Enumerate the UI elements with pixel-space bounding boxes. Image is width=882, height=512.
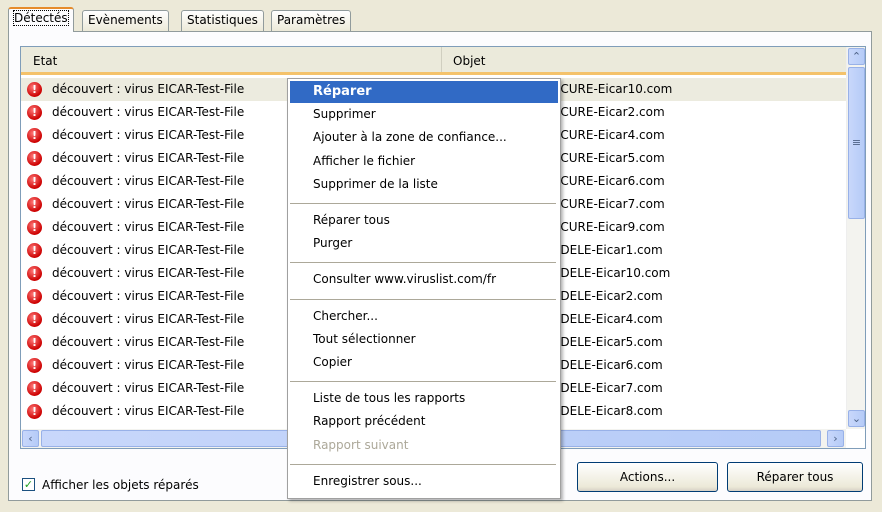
menu-separator — [290, 262, 556, 264]
menu-item[interactable]: Copier — [290, 352, 558, 374]
scroll-thumb[interactable]: ≡ — [848, 67, 865, 219]
menu-item[interactable]: Chercher... — [290, 306, 558, 328]
object-cell: o\DELE-Eicar8.com — [549, 404, 663, 418]
object-cell: o\CURE-Eicar9.com — [549, 220, 665, 234]
object-cell: o\DELE-Eicar4.com — [549, 312, 663, 326]
vertical-scrollbar[interactable]: ⌃ ≡ ⌄ — [846, 47, 865, 429]
alert-icon: ! — [27, 289, 42, 304]
repair-all-button[interactable]: Réparer tous — [727, 462, 863, 492]
object-cell: o\CURE-Eicar5.com — [549, 151, 665, 165]
menu-item[interactable]: Enregistrer sous... — [290, 471, 558, 493]
menu-separator — [290, 203, 556, 204]
alert-icon: ! — [27, 243, 42, 258]
menu-item[interactable]: Tout sélectionner — [290, 329, 558, 351]
object-cell: o\CURE-Eicar4.com — [549, 128, 665, 142]
state-cell: découvert : virus EICAR-Test-File — [52, 266, 245, 280]
menu-item[interactable]: Liste de tous les rapports — [290, 388, 558, 410]
state-cell: découvert : virus EICAR-Test-File — [52, 404, 245, 418]
object-cell: o\DELE-Eicar7.com — [549, 381, 663, 395]
tab-label: Détectés — [13, 10, 69, 26]
tab-parametres[interactable]: Paramètres — [271, 10, 352, 31]
alert-icon: ! — [27, 151, 42, 166]
state-cell: découvert : virus EICAR-Test-File — [52, 289, 245, 303]
state-cell: découvert : virus EICAR-Test-File — [52, 82, 245, 96]
object-cell: o\DELE-Eicar5.com — [549, 335, 663, 349]
actions-button[interactable]: Actions... — [577, 462, 718, 492]
menu-separator — [290, 381, 556, 383]
object-cell: o\DELE-Eicar10.com — [549, 266, 671, 280]
state-cell: découvert : virus EICAR-Test-File — [52, 197, 245, 211]
menu-item[interactable]: Afficher le fichier — [290, 151, 558, 173]
state-cell: découvert : virus EICAR-Test-File — [52, 335, 245, 349]
alert-icon: ! — [27, 128, 42, 143]
menu-item[interactable]: Réparer — [290, 81, 558, 103]
menu-separator — [290, 298, 556, 300]
alert-icon: ! — [27, 197, 42, 212]
scroll-right-icon[interactable]: › — [827, 430, 844, 447]
menu-item[interactable]: Consulter www.viruslist.com/fr — [290, 269, 558, 291]
alert-icon: ! — [27, 381, 42, 396]
object-cell: o\CURE-Eicar6.com — [549, 174, 665, 188]
menu-item[interactable]: Ajouter à la zone de confiance... — [290, 127, 558, 149]
object-cell: o\CURE-Eicar10.com — [549, 82, 673, 96]
object-cell: o\DELE-Eicar2.com — [549, 289, 663, 303]
state-cell: découvert : virus EICAR-Test-File — [52, 128, 245, 142]
menu-item[interactable]: Supprimer — [290, 104, 558, 126]
object-cell: o\CURE-Eicar2.com — [549, 105, 665, 119]
state-cell: découvert : virus EICAR-Test-File — [52, 358, 245, 372]
menu-item[interactable]: Réparer tous — [290, 210, 558, 232]
alert-icon: ! — [27, 174, 42, 189]
state-cell: découvert : virus EICAR-Test-File — [52, 105, 245, 119]
scroll-down-icon[interactable]: ⌄ — [848, 410, 865, 427]
context-menu: Réparer Supprimer Ajouter à la zone de con… — [287, 78, 561, 499]
object-cell: o\DELE-Eicar1.com — [549, 243, 663, 257]
column-header-etat[interactable]: Etat — [33, 54, 57, 68]
tab-evenements[interactable]: Evènements — [82, 10, 169, 31]
alert-icon: ! — [27, 266, 42, 281]
alert-icon: ! — [27, 105, 42, 120]
column-header-objet[interactable]: Objet — [453, 54, 485, 68]
tab-statistiques[interactable]: Statistiques — [181, 10, 264, 31]
scroll-left-icon[interactable]: ‹ — [22, 430, 39, 447]
alert-icon: ! — [27, 220, 42, 235]
alert-icon: ! — [27, 358, 42, 373]
menu-separator — [290, 463, 556, 465]
state-cell: découvert : virus EICAR-Test-File — [52, 312, 245, 326]
state-cell: découvert : virus EICAR-Test-File — [52, 243, 245, 257]
alert-icon: ! — [27, 404, 42, 419]
object-cell: o\CURE-Eicar7.com — [549, 197, 665, 211]
state-cell: découvert : virus EICAR-Test-File — [52, 151, 245, 165]
alert-icon: ! — [27, 82, 42, 97]
alert-icon: ! — [27, 312, 42, 327]
show-repaired-checkbox[interactable]: ✓ — [22, 478, 35, 491]
alert-icon: ! — [27, 335, 42, 350]
scroll-up-icon[interactable]: ⌃ — [848, 48, 865, 65]
state-cell: découvert : virus EICAR-Test-File — [52, 220, 245, 234]
object-cell: o\DELE-Eicar6.com — [549, 358, 663, 372]
menu-item[interactable]: Rapport précédent — [290, 411, 558, 433]
menu-item: Rapport suivant — [313, 437, 409, 452]
tab-detectes[interactable]: Détectés — [8, 7, 74, 32]
state-cell: découvert : virus EICAR-Test-File — [52, 174, 245, 188]
menu-item[interactable]: Purger — [290, 233, 558, 255]
show-repaired-label[interactable]: Afficher les objets réparés — [42, 478, 199, 492]
list-header: Etat Objet — [21, 47, 846, 75]
state-cell: découvert : virus EICAR-Test-File — [52, 381, 245, 395]
menu-item[interactable]: Supprimer de la liste — [290, 174, 558, 196]
